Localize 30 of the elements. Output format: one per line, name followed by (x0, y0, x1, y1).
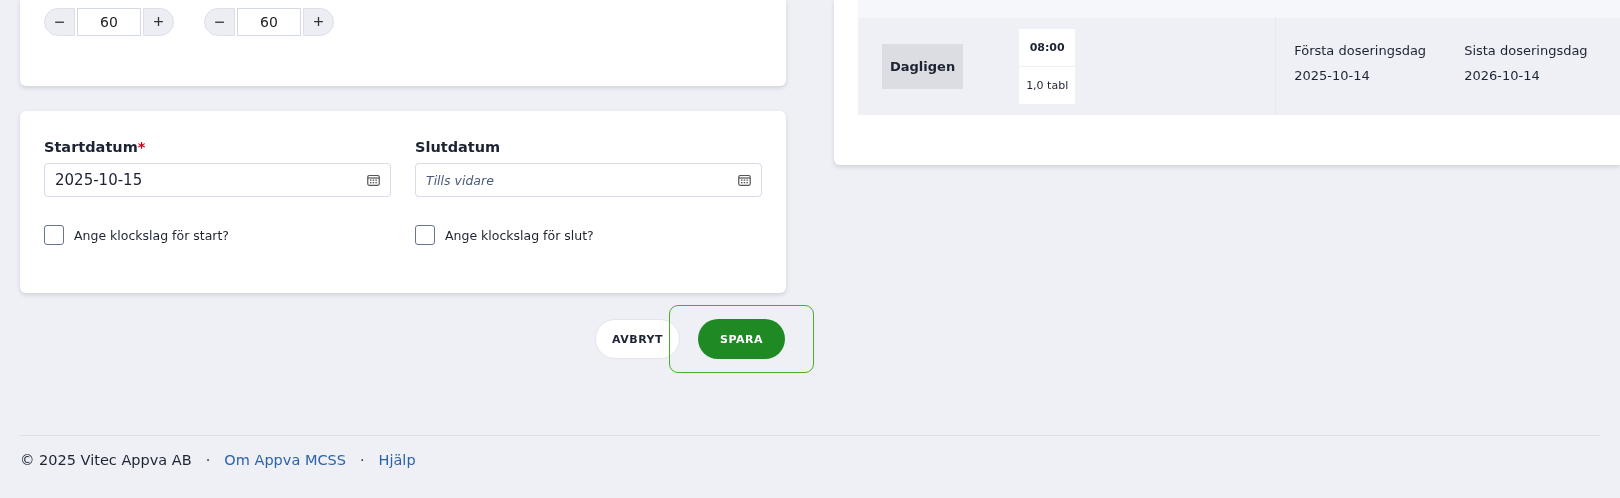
date-field[interactable]: Tills vidare (415, 163, 762, 197)
field-label: Slutdatum (415, 139, 502, 155)
calendar-icon (738, 174, 751, 186)
first-day-value: 2025-10-14 (1294, 68, 1371, 83)
number-field[interactable]: 60 (237, 8, 301, 36)
last-day-value: 2026-10-14 (1464, 68, 1541, 83)
checkbox-label: Ange klockslag för slut? (445, 227, 594, 243)
checkbox[interactable] (415, 225, 435, 245)
last-day-label: Sista doseringsdag (1464, 43, 1588, 58)
save-button[interactable]: SPARA (698, 319, 785, 359)
cancel-button[interactable]: AVBRYT (595, 319, 680, 359)
footer-link[interactable]: Om Appva MCSS (224, 452, 346, 468)
first-day-label: Första doseringsdag (1294, 43, 1427, 58)
checkbox[interactable] (44, 225, 64, 245)
dose-time: 08:00 (1019, 29, 1076, 66)
checkbox-label: Ange klockslag för start? (74, 227, 229, 243)
frequency-tag: Dagligen (882, 44, 964, 89)
calendar-icon (367, 174, 380, 186)
field-label: Startdatum* (44, 139, 147, 155)
footer-link[interactable]: Hjälp (378, 452, 416, 468)
separator-dot: · (359, 452, 365, 468)
increment-button[interactable]: + (143, 8, 174, 36)
separator-dot: · (205, 452, 211, 468)
increment-button[interactable]: + (303, 8, 334, 36)
decrement-button[interactable]: − (204, 8, 235, 36)
date-field[interactable]: 2025-10-15 (44, 163, 391, 197)
dose-amount: 1,0 tabl (1019, 67, 1076, 104)
copyright-text: © 2025 Vitec Appva AB (20, 452, 192, 468)
number-field[interactable]: 60 (77, 8, 141, 36)
decrement-button[interactable]: − (44, 8, 75, 36)
